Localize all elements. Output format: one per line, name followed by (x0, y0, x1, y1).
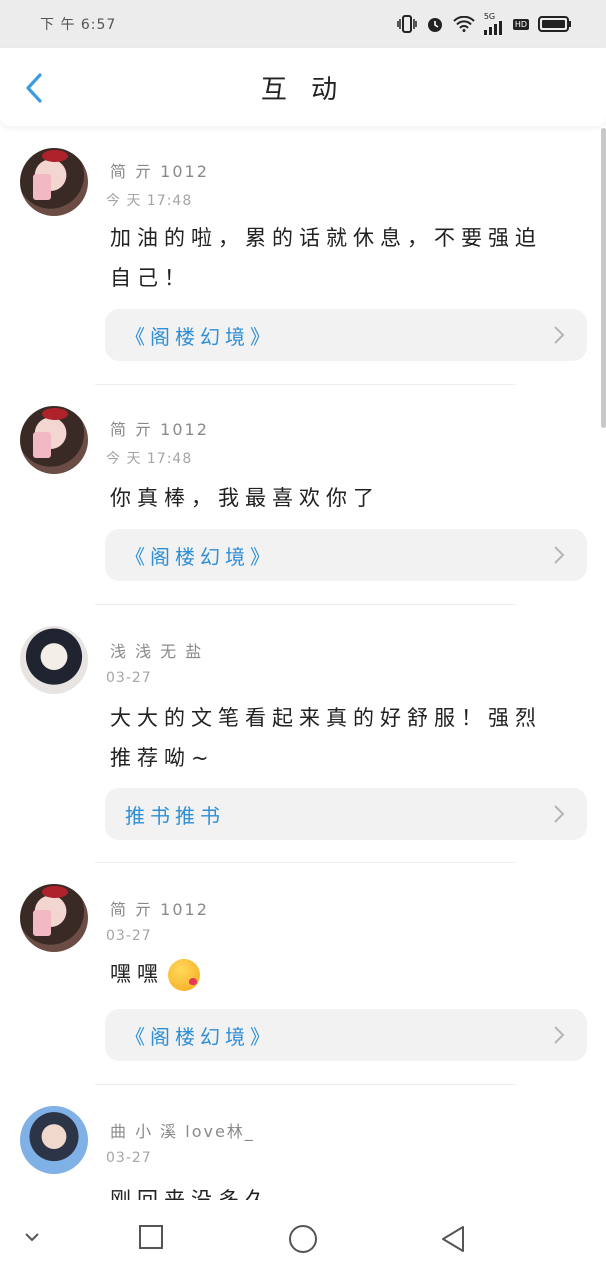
avatar[interactable] (20, 1106, 88, 1174)
square-icon (139, 1225, 163, 1249)
book-title: 《阁楼幻境》 (125, 1024, 275, 1049)
back-button[interactable] (16, 68, 52, 108)
comment-text: 大大的文笔看起来真的好舒服！强烈 推荐呦~ (110, 698, 580, 778)
avatar[interactable] (20, 884, 88, 952)
avatar[interactable] (20, 148, 88, 216)
book-title: 《阁楼幻境》 (125, 544, 275, 569)
comment-line: 加油的啦，累的话就休息，不要强迫 (110, 226, 542, 250)
book-link[interactable]: 《阁楼幻境》 (105, 1009, 587, 1061)
comment-time: 今 天 17:48 (106, 193, 193, 209)
comment-time: 03-27 (106, 928, 152, 944)
book-title: 《阁楼幻境》 (125, 324, 275, 349)
comment-text: 刚回来没多久 (110, 1180, 580, 1200)
chevron-right-icon (554, 326, 565, 344)
user-name[interactable]: 简 亓 1012 (110, 896, 209, 920)
comment-time: 今 天 17:48 (106, 451, 193, 467)
hd-icon: HD (512, 18, 529, 30)
divider (95, 862, 515, 863)
chevron-right-icon (554, 546, 565, 564)
status-icons: 5G HD (397, 13, 572, 35)
home-button[interactable] (288, 1224, 318, 1254)
comment-line: 刚回来没多久 (110, 1188, 272, 1200)
chevron-down-icon (25, 1233, 39, 1242)
comment-line: 自己！ (110, 266, 191, 290)
wifi-icon (453, 16, 475, 32)
recents-button[interactable] (138, 1224, 164, 1250)
hd-label: HD (514, 19, 527, 29)
status-time: 下 午 6:57 (40, 17, 117, 33)
divider (95, 1084, 515, 1085)
circle-icon (289, 1225, 317, 1253)
back-arrow-icon (26, 73, 42, 103)
book-link[interactable]: 《阁楼幻境》 (105, 529, 587, 581)
network-type: 5G (483, 12, 496, 21)
comment-time: 03-27 (106, 1150, 152, 1166)
divider (95, 384, 515, 385)
alarm-icon (426, 15, 444, 33)
user-name[interactable]: 浅 浅 无 盐 (110, 638, 203, 662)
header: 互 动 (0, 48, 606, 126)
comment-line: 大大的文笔看起来真的好舒服！强烈 (110, 706, 542, 730)
chevron-right-icon (554, 1026, 565, 1044)
kissing-face-emoji-icon (168, 959, 200, 991)
collapse-nav-button[interactable] (22, 1230, 42, 1244)
scrollbar[interactable] (601, 128, 606, 428)
user-name[interactable]: 简 亓 1012 (110, 416, 209, 440)
comment-text: 加油的啦，累的话就休息，不要强迫 自己！ (110, 218, 580, 298)
divider (95, 604, 515, 605)
book-link[interactable]: 《阁楼幻境》 (105, 309, 587, 361)
back-nav-button[interactable] (440, 1224, 466, 1254)
comment-text: 你真棒，我最喜欢你了 (110, 478, 580, 518)
signal-icon: 5G (483, 12, 504, 35)
battery-icon (538, 16, 572, 32)
book-link[interactable]: 推书推书 (105, 788, 587, 840)
book-title: 推书推书 (125, 803, 225, 828)
user-name[interactable]: 简 亓 1012 (110, 158, 209, 182)
comment-line: 嘿嘿 (110, 962, 164, 986)
page-title: 互 动 (260, 74, 346, 105)
system-nav-bar (0, 1200, 606, 1280)
interaction-list[interactable]: 简 亓 1012 今 天 17:48 加油的啦，累的话就休息，不要强迫 自己！ … (0, 128, 606, 1200)
comment-line: 你真棒，我最喜欢你了 (110, 486, 380, 510)
comment-text: 嘿嘿 (110, 954, 580, 994)
vibrate-icon (397, 15, 417, 33)
avatar[interactable] (20, 626, 88, 694)
avatar[interactable] (20, 406, 88, 474)
triangle-back-icon (442, 1226, 464, 1252)
comment-line: 推荐呦~ (110, 746, 215, 770)
user-name[interactable]: 曲 小 溪 love林_ (110, 1118, 255, 1142)
chevron-right-icon (554, 805, 565, 823)
comment-time: 03-27 (106, 670, 152, 686)
status-bar: 下 午 6:57 5G HD (0, 0, 606, 48)
